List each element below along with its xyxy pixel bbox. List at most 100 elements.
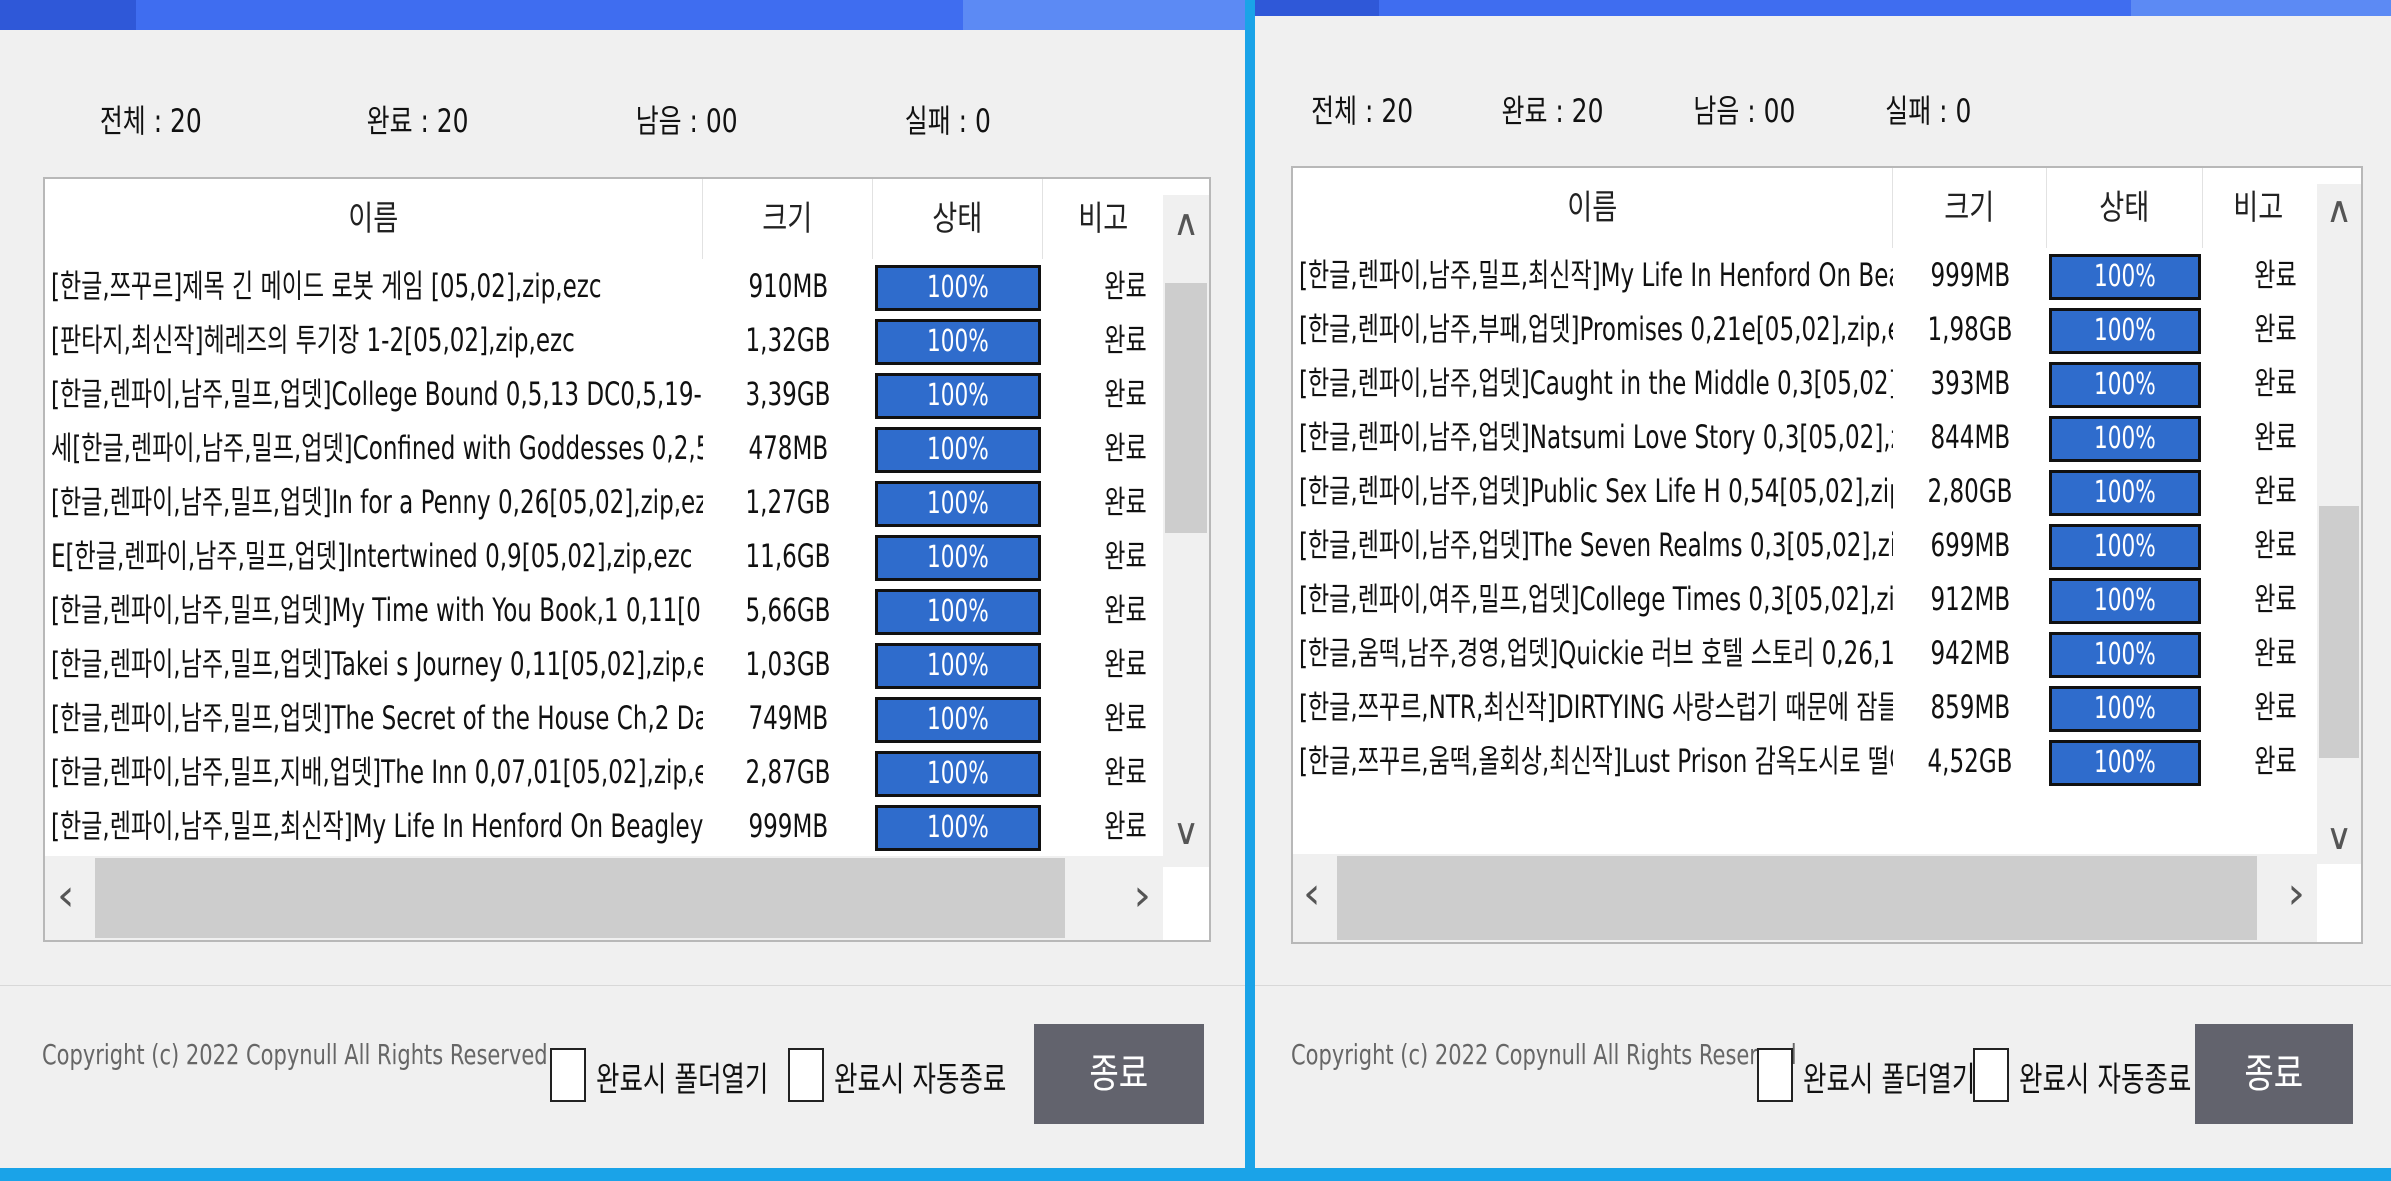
stat-remaining: 남음 : 00 xyxy=(635,102,738,140)
horizontal-scroll-thumb[interactable] xyxy=(95,858,1065,938)
scroll-down-icon[interactable]: ∨ xyxy=(2317,817,2361,858)
file-size: 1,27GB xyxy=(745,483,831,521)
file-size: 942MB xyxy=(1930,634,2010,672)
table-row[interactable]: [한글,쯔꾸르,NTR,최신작]DIRTYING 사랑스럽기 때문에 잠들어 85… xyxy=(1293,680,2317,734)
file-name: [한글,렌파이,여주,밀프,업뎃]College Times 0,3[05,02… xyxy=(1299,580,1893,618)
status-note: 완료 xyxy=(2253,742,2297,780)
open-folder-label: 완료시 폴더열기 xyxy=(1803,1060,1976,1100)
horizontal-scrollbar[interactable]: ‹ › xyxy=(1293,854,2317,942)
stats-bar: 전체 : 20 완료 : 20 남음 : 00 실패 : 0 xyxy=(1255,86,2141,134)
scroll-right-icon[interactable]: › xyxy=(2287,854,2305,934)
status-note: 완료 xyxy=(1103,321,1147,359)
list-header: 이름 크기 상태 비고 xyxy=(1293,168,2361,248)
scroll-left-icon[interactable]: ‹ xyxy=(57,856,75,936)
footer: Copyright (c) 2022 Copynull All Rights R… xyxy=(1255,985,2391,1168)
auto-close-checkbox[interactable] xyxy=(1973,1048,2009,1102)
status-note: 완료 xyxy=(1103,267,1147,305)
column-header-status[interactable]: 상태 xyxy=(873,179,1043,259)
table-row[interactable]: [판타지,최신작]헤레즈의 투기장 1-2[05,02],zip,ezc 1,32… xyxy=(45,313,1163,367)
vertical-scroll-thumb[interactable] xyxy=(1165,283,1207,533)
list-header: 이름 크기 상태 비고 xyxy=(45,179,1209,259)
file-name: [한글,렌파이,남주,밀프,업뎃]The Secret of the House… xyxy=(51,699,703,737)
status-note: 완료 xyxy=(1103,645,1147,683)
scroll-down-icon[interactable]: ∨ xyxy=(1163,812,1209,853)
progress-bar: 100% xyxy=(875,589,1041,635)
file-size: 749MB xyxy=(748,699,828,737)
status-note: 완료 xyxy=(1103,375,1147,413)
table-row[interactable]: [한글,쯔꾸르]제목 긴 메이드 로봇 게임 [05,02],zip,ezc 91… xyxy=(45,259,1163,313)
table-row[interactable]: [한글,렌파이,남주,밀프,업뎃]The Secret of the House… xyxy=(45,691,1163,745)
copyright-text: Copyright (c) 2022 Copynull All Rights R… xyxy=(42,1038,548,1071)
column-header-status[interactable]: 상태 xyxy=(2047,168,2203,248)
table-row[interactable]: [한글,렌파이,남주,밀프,최신작]My Life In Henford On … xyxy=(1293,248,2317,302)
table-row[interactable]: [한글,렌파이,남주,밀프,최신작]My Life In Henford On … xyxy=(45,799,1163,853)
scroll-right-icon[interactable]: › xyxy=(1133,856,1151,936)
column-header-note[interactable]: 비고 xyxy=(2203,168,2313,248)
table-row[interactable]: [한글,렌파이,남주,밀프,업뎃]My Time with You Book,1… xyxy=(45,583,1163,637)
table-row[interactable]: [한글,렌파이,남주,밀프,업뎃]In for a Penny 0,26[05,… xyxy=(45,475,1163,529)
horizontal-scrollbar[interactable]: ‹ › xyxy=(45,856,1163,940)
file-size: 11,6GB xyxy=(745,537,831,575)
stat-remaining: 남음 : 00 xyxy=(1693,92,1796,130)
auto-close-label: 완료시 자동종료 xyxy=(834,1060,1007,1100)
open-folder-checkbox[interactable] xyxy=(1757,1048,1793,1102)
stat-total: 전체 : 20 xyxy=(1311,92,1414,130)
column-header-name[interactable]: 이름 xyxy=(1293,168,1893,248)
stat-done: 완료 : 20 xyxy=(1501,92,1604,130)
scroll-up-icon[interactable]: ∧ xyxy=(2317,190,2361,231)
scroll-left-icon[interactable]: ‹ xyxy=(1303,854,1321,934)
file-size: 912MB xyxy=(1930,580,2010,618)
progress-bar: 100% xyxy=(2049,578,2201,624)
file-name: [한글,렌파이,남주,밀프,최신작]My Life In Henford On … xyxy=(1299,256,1893,294)
footer: Copyright (c) 2022 Copynull All Rights R… xyxy=(0,985,1245,1168)
table-row[interactable]: [한글,움떡,남주,경영,업뎃]Quickie 러브 호텔 스토리 0,26,1… xyxy=(1293,626,2317,680)
table-row[interactable]: [한글,렌파이,여주,밀프,업뎃]College Times 0,3[05,02… xyxy=(1293,572,2317,626)
file-size: 2,87GB xyxy=(745,753,831,791)
vertical-scrollbar[interactable]: ∧ ∨ xyxy=(2317,184,2361,864)
file-name: [한글,렌파이,남주,업뎃]The Seven Realms 0,3[05,02… xyxy=(1299,526,1893,564)
table-row[interactable]: [한글,렌파이,남주,업뎃]Natsumi Love Story 0,3[05,… xyxy=(1293,410,2317,464)
table-row[interactable]: E[한글,렌파이,남주,밀프,업뎃]Intertwined 0,9[05,02]… xyxy=(45,529,1163,583)
table-row[interactable]: [한글,렌파이,남주,부패,업뎃]Promises 0,21e[05,02],z… xyxy=(1293,302,2317,356)
column-header-size[interactable]: 크기 xyxy=(1893,168,2047,248)
file-size: 4,52GB xyxy=(1927,742,2013,780)
column-header-name[interactable]: 이름 xyxy=(45,179,703,259)
table-row[interactable]: [한글,렌파이,남주,업뎃]Public Sex Life H 0,54[05,… xyxy=(1293,464,2317,518)
file-size: 910MB xyxy=(748,267,828,305)
status-note: 완료 xyxy=(2253,364,2297,402)
table-row[interactable]: [한글,렌파이,남주,밀프,지배,업뎃]The Inn 0,07,01[05,0… xyxy=(45,745,1163,799)
progress-bar: 100% xyxy=(2049,632,2201,678)
status-note: 완료 xyxy=(2253,634,2297,672)
vertical-scroll-thumb[interactable] xyxy=(2319,506,2359,758)
file-name: [한글,렌파이,남주,밀프,업뎃]Takei s Journey 0,11[05… xyxy=(51,645,703,683)
file-size: 844MB xyxy=(1930,418,2010,456)
progress-bar: 100% xyxy=(875,751,1041,797)
open-folder-checkbox[interactable] xyxy=(550,1048,586,1102)
column-header-size[interactable]: 크기 xyxy=(703,179,873,259)
table-row[interactable]: [한글,렌파이,남주,업뎃]The Seven Realms 0,3[05,02… xyxy=(1293,518,2317,572)
horizontal-scroll-thumb[interactable] xyxy=(1337,856,2257,940)
column-header-note[interactable]: 비고 xyxy=(1043,179,1163,259)
file-name: [한글,렌파이,남주,부패,업뎃]Promises 0,21e[05,02],z… xyxy=(1299,310,1893,348)
status-note: 완료 xyxy=(2253,418,2297,456)
progress-bar: 100% xyxy=(875,643,1041,689)
close-button[interactable]: 종료 xyxy=(1034,1024,1204,1124)
scroll-up-icon[interactable]: ∧ xyxy=(1163,203,1209,244)
stats-bar: 전체 : 20 완료 : 20 남음 : 00 실패 : 0 xyxy=(0,96,991,144)
table-row[interactable]: [한글,렌파이,남주,밀프,업뎃]Takei s Journey 0,11[05… xyxy=(45,637,1163,691)
status-note: 완료 xyxy=(1103,429,1147,467)
table-row[interactable]: [한글,렌파이,남주,밀프,업뎃]College Bound 0,5,13 DC… xyxy=(45,367,1163,421)
close-button[interactable]: 종료 xyxy=(2195,1024,2353,1124)
auto-close-checkbox[interactable] xyxy=(788,1048,824,1102)
vertical-scrollbar[interactable]: ∧ ∨ xyxy=(1163,195,1209,867)
table-row[interactable]: [한글,쯔꾸르,움떡,올회상,최신작]Lust Prison 감옥도시로 떨어7… xyxy=(1293,734,2317,788)
title-bar[interactable] xyxy=(1255,0,2391,16)
copyright-text: Copyright (c) 2022 Copynull All Rights R… xyxy=(1291,1038,1797,1071)
title-bar[interactable] xyxy=(0,0,1245,30)
status-note: 완료 xyxy=(2253,526,2297,564)
table-row[interactable]: [한글,렌파이,남주,업뎃]Caught in the Middle 0,3[0… xyxy=(1293,356,2317,410)
progress-bar: 100% xyxy=(2049,416,2201,462)
file-size: 393MB xyxy=(1930,364,2010,402)
progress-bar: 100% xyxy=(875,265,1041,311)
table-row[interactable]: 세[한글,렌파이,남주,밀프,업뎃]Confined with Goddesse… xyxy=(45,421,1163,475)
